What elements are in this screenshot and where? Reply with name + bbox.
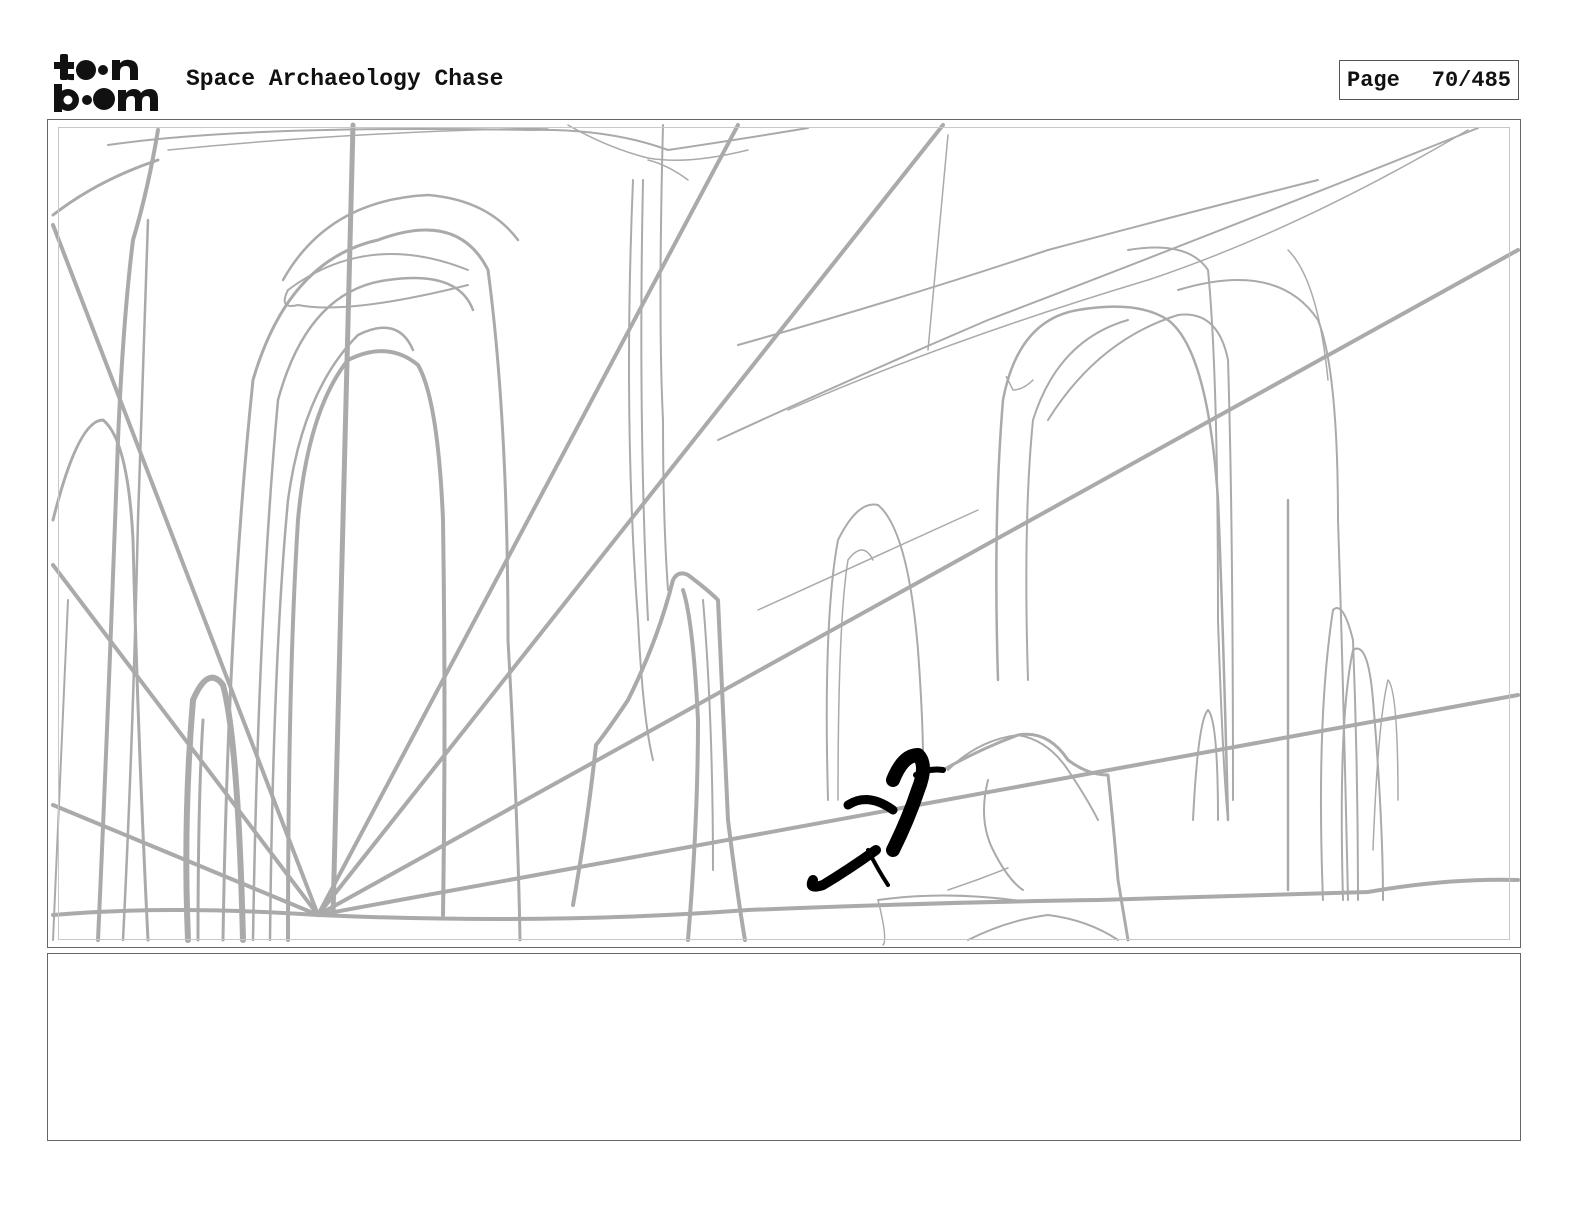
page-indicator: Page 70/485 — [1339, 60, 1519, 100]
page-label: Page — [1347, 67, 1400, 93]
page-number: 70/485 — [1431, 67, 1511, 93]
panel-notes-box[interactable] — [47, 953, 1521, 1141]
project-title: Space Archaeology Chase — [186, 66, 504, 92]
storyboard-panel[interactable] — [47, 119, 1521, 948]
toonboom-logo-icon — [54, 54, 158, 112]
panel-sketch — [51, 122, 1520, 946]
